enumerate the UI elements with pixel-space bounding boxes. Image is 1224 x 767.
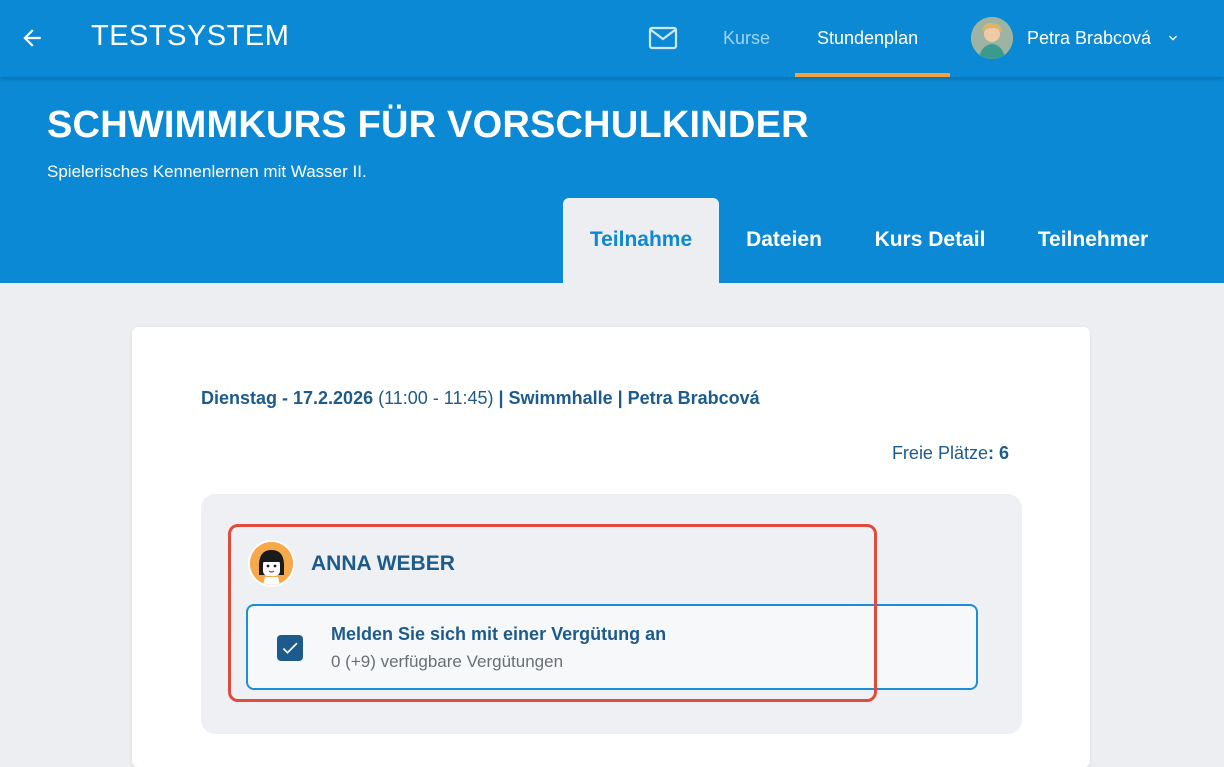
free-places: Freie Plätze: 6 xyxy=(892,443,1009,464)
compensation-option-title: Melden Sie sich mit einer Vergütung an xyxy=(331,624,667,644)
active-nav-indicator xyxy=(795,73,950,77)
tab-kurs-detail[interactable]: Kurs Detail xyxy=(862,198,998,283)
session-date: Dienstag - 17.2.2026 xyxy=(201,388,374,408)
course-header: SCHWIMMKURS FÜR VORSCHULKINDER Spieleris… xyxy=(0,77,1224,283)
compensation-available-count: 0 (+9) verfügbare Vergütungen xyxy=(331,652,564,671)
user-name: Petra Brabcová xyxy=(1027,27,1152,48)
compensation-checkbox[interactable] xyxy=(277,635,303,661)
tab-teilnehmer[interactable]: Teilnehmer xyxy=(1024,198,1162,283)
course-title: SCHWIMMKURS FÜR VORSCHULKINDER xyxy=(47,104,809,146)
session-info: Dienstag - 17.2.2026 (11:00 - 11:45) | S… xyxy=(201,388,760,409)
check-icon xyxy=(282,642,298,654)
nav-link-stundenplan[interactable]: Stundenplan xyxy=(817,28,918,49)
arrow-left-icon xyxy=(23,29,41,47)
free-places-colon: : xyxy=(987,443,999,463)
tab-teilnahme[interactable]: Teilnahme xyxy=(563,198,719,283)
free-places-label: Freie Plätze xyxy=(891,443,988,463)
free-places-value: 6 xyxy=(998,443,1009,463)
session-time: (11:00 - 11:45) xyxy=(378,388,494,408)
back-button[interactable] xyxy=(14,20,50,56)
user-avatar xyxy=(971,17,1013,59)
participant-panel: ANNA WEBER Melden Sie sich mit einer Ver… xyxy=(201,494,1022,734)
user-menu[interactable]: Petra Brabcová xyxy=(971,17,1181,59)
participant-name: ANNA WEBER xyxy=(311,552,455,575)
app-title: TESTSYSTEM xyxy=(91,20,290,52)
child-avatar xyxy=(248,540,295,587)
mail-icon xyxy=(648,26,678,50)
tab-dateien[interactable]: Dateien xyxy=(732,198,836,283)
messages-button[interactable] xyxy=(646,22,680,54)
session-location-teacher: | Swimmhalle | Petra Brabcová xyxy=(493,388,760,408)
top-app-bar: TESTSYSTEM Kurse Stundenplan Petra Brabc… xyxy=(0,0,1224,77)
chevron-down-icon xyxy=(1165,30,1181,46)
nav-link-kurse[interactable]: Kurse xyxy=(723,28,770,49)
attendance-card: Dienstag - 17.2.2026 (11:00 - 11:45) | S… xyxy=(132,327,1090,767)
compensation-option[interactable]: Melden Sie sich mit einer Vergütung an 0… xyxy=(246,604,978,690)
course-subtitle: Spielerisches Kennenlernen mit Wasser II… xyxy=(47,162,367,181)
